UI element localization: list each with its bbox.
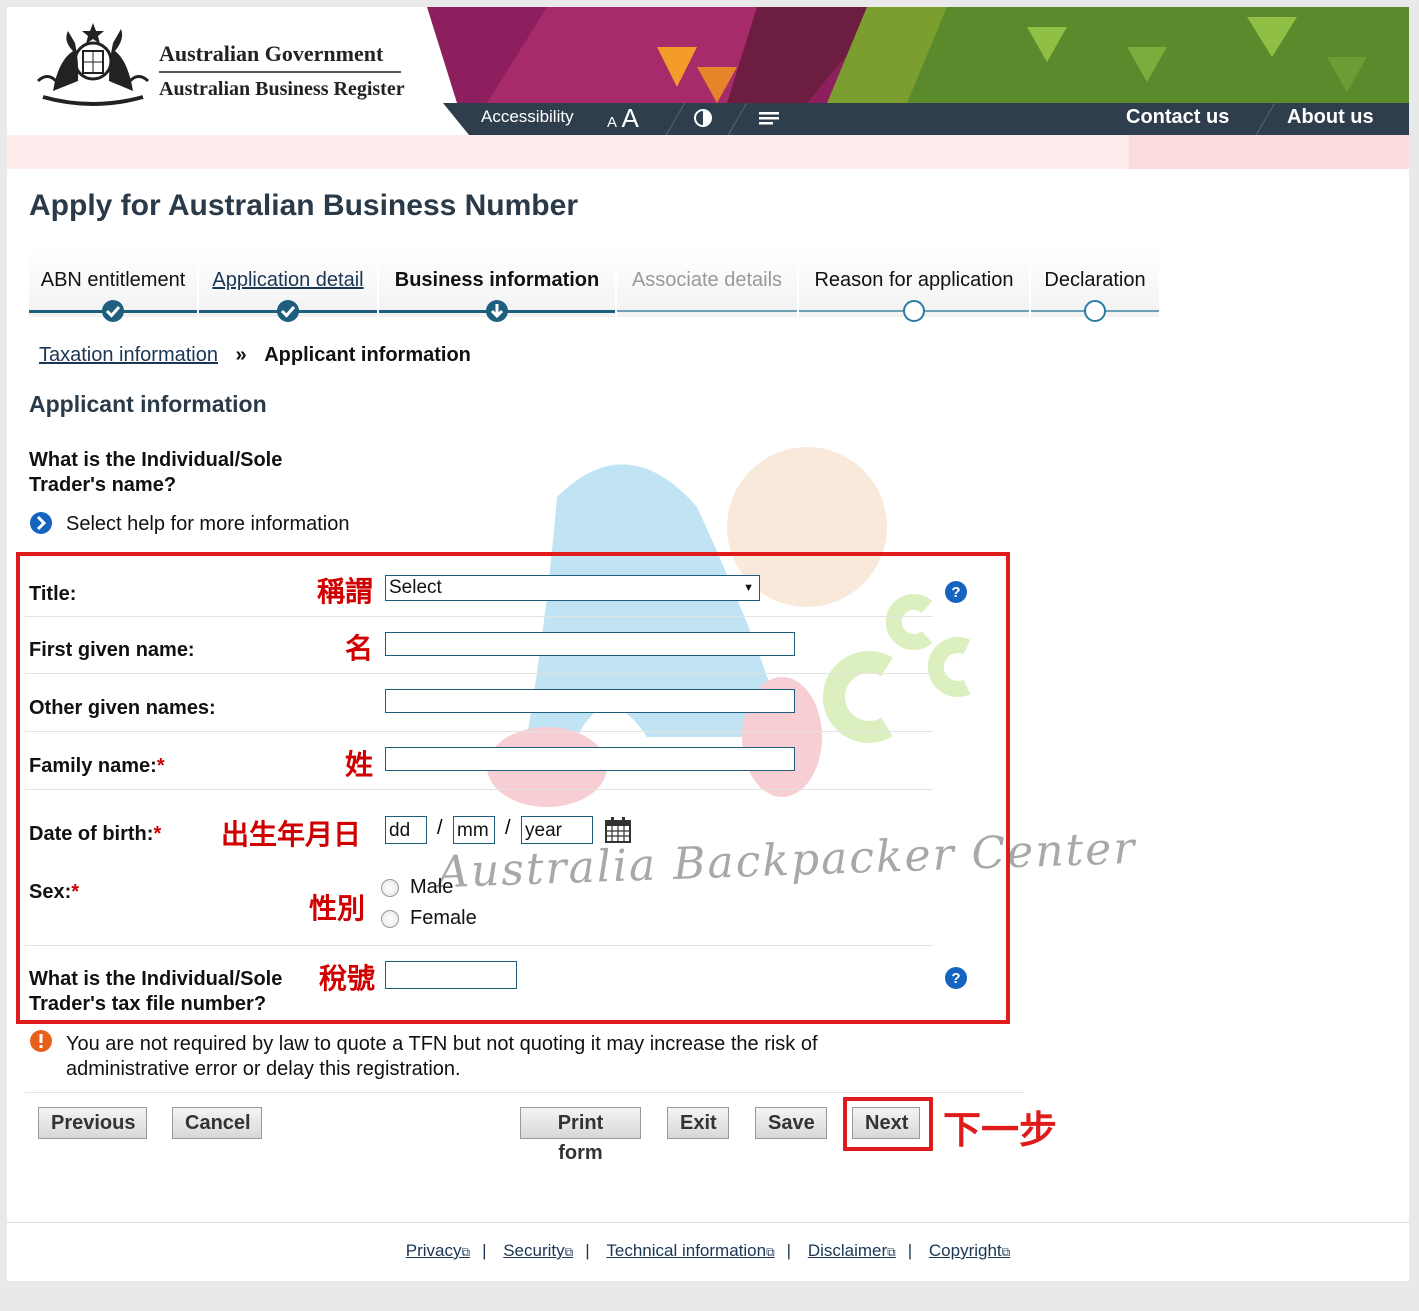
next-annotation: 下一步 xyxy=(943,1110,1058,1152)
chevron-right-circle-icon[interactable] xyxy=(29,511,53,535)
step-label: Reason for application xyxy=(814,269,1014,291)
logo-divider xyxy=(159,71,401,73)
breadcrumb-current: Applicant information xyxy=(264,344,471,366)
footer-link-copyright[interactable]: Copyright⧉ xyxy=(929,1241,1010,1260)
notice-text: You are not required by law to quote a T… xyxy=(66,1033,818,1080)
external-link-icon: ⧉ xyxy=(564,1245,574,1259)
footer-separator: | xyxy=(786,1241,792,1260)
cancel-button[interactable]: Cancel xyxy=(172,1107,262,1139)
step-business-information: Business information xyxy=(379,247,615,322)
step-associate-details: Associate details xyxy=(617,247,797,317)
banner-artwork xyxy=(427,7,1409,103)
page: Australian Government Australian Busines… xyxy=(7,7,1409,1281)
previous-button[interactable]: Previous xyxy=(38,1107,147,1139)
check-icon xyxy=(102,300,124,322)
page-title: Apply for Australian Business Number xyxy=(29,189,578,222)
text-size-large[interactable]: A xyxy=(621,103,638,133)
breadcrumb: Taxation information » Applicant informa… xyxy=(39,344,471,367)
section-heading: Applicant information xyxy=(29,391,267,417)
step-label: Business information xyxy=(394,269,600,291)
menu-icon[interactable] xyxy=(757,107,781,129)
site-header: Australian Government Australian Busines… xyxy=(7,7,1409,135)
external-link-icon: ⧉ xyxy=(887,1245,896,1259)
empty-circle-icon xyxy=(1084,300,1106,322)
about-us-link[interactable]: About us xyxy=(1287,106,1374,129)
print-form-button[interactable]: Print form xyxy=(520,1107,641,1164)
text-size-control[interactable]: A A xyxy=(607,103,639,134)
exit-button[interactable]: Exit xyxy=(667,1107,729,1139)
register-name: Australian Business Register xyxy=(159,78,405,100)
row-divider xyxy=(25,1092,1025,1093)
footer-link-disclaimer[interactable]: Disclaimer⧉ xyxy=(808,1241,896,1260)
external-link-icon: ⧉ xyxy=(1001,1245,1011,1259)
text-size-small[interactable]: A xyxy=(607,114,617,131)
footer-link-technical[interactable]: Technical information⧉ xyxy=(606,1241,774,1260)
step-bar xyxy=(617,310,797,312)
next-highlight-box xyxy=(843,1097,933,1151)
breadcrumb-separator: » xyxy=(235,344,247,366)
warning-icon xyxy=(30,1030,52,1052)
footer-link-security[interactable]: Security⧉ xyxy=(503,1241,573,1260)
step-label[interactable]: Application detail xyxy=(199,269,377,292)
empty-circle-icon xyxy=(903,300,925,322)
government-name: Australian Government xyxy=(159,41,384,66)
annotation-highlight-box xyxy=(16,552,1010,1024)
footer-divider xyxy=(7,1222,1409,1223)
step-abn-entitlement: ABN entitlement xyxy=(29,247,197,322)
arrow-down-icon xyxy=(486,300,508,322)
footer-separator: | xyxy=(907,1241,913,1260)
contrast-icon[interactable] xyxy=(693,107,713,129)
accessibility-link[interactable]: Accessibility xyxy=(481,107,574,127)
save-button[interactable]: Save xyxy=(755,1107,827,1139)
step-label: Declaration xyxy=(1044,269,1146,291)
header-strip xyxy=(7,135,1409,169)
step-declaration: Declaration xyxy=(1031,247,1159,322)
contact-us-link[interactable]: Contact us xyxy=(1126,106,1229,129)
step-label: ABN entitlement xyxy=(40,269,186,291)
external-link-icon: ⧉ xyxy=(461,1245,471,1259)
footer-link-privacy[interactable]: Privacy⧉ xyxy=(406,1241,470,1260)
footer-links: Privacy⧉ | Security⧉ | Technical informati… xyxy=(7,1241,1409,1261)
question-name: What is the Individual/Sole Trader's nam… xyxy=(29,449,283,496)
step-application-detail[interactable]: Application detail xyxy=(199,247,377,322)
external-link-icon: ⧉ xyxy=(766,1245,775,1259)
breadcrumb-link-taxation[interactable]: Taxation information xyxy=(39,344,218,366)
coat-of-arms-icon xyxy=(36,23,150,106)
step-reason-for-application: Reason for application xyxy=(799,247,1029,322)
footer-separator: | xyxy=(585,1241,590,1260)
check-icon xyxy=(277,300,299,322)
footer-separator: | xyxy=(482,1241,487,1260)
help-text[interactable]: Select help for more information xyxy=(66,513,349,536)
step-label: Associate details xyxy=(631,269,783,291)
